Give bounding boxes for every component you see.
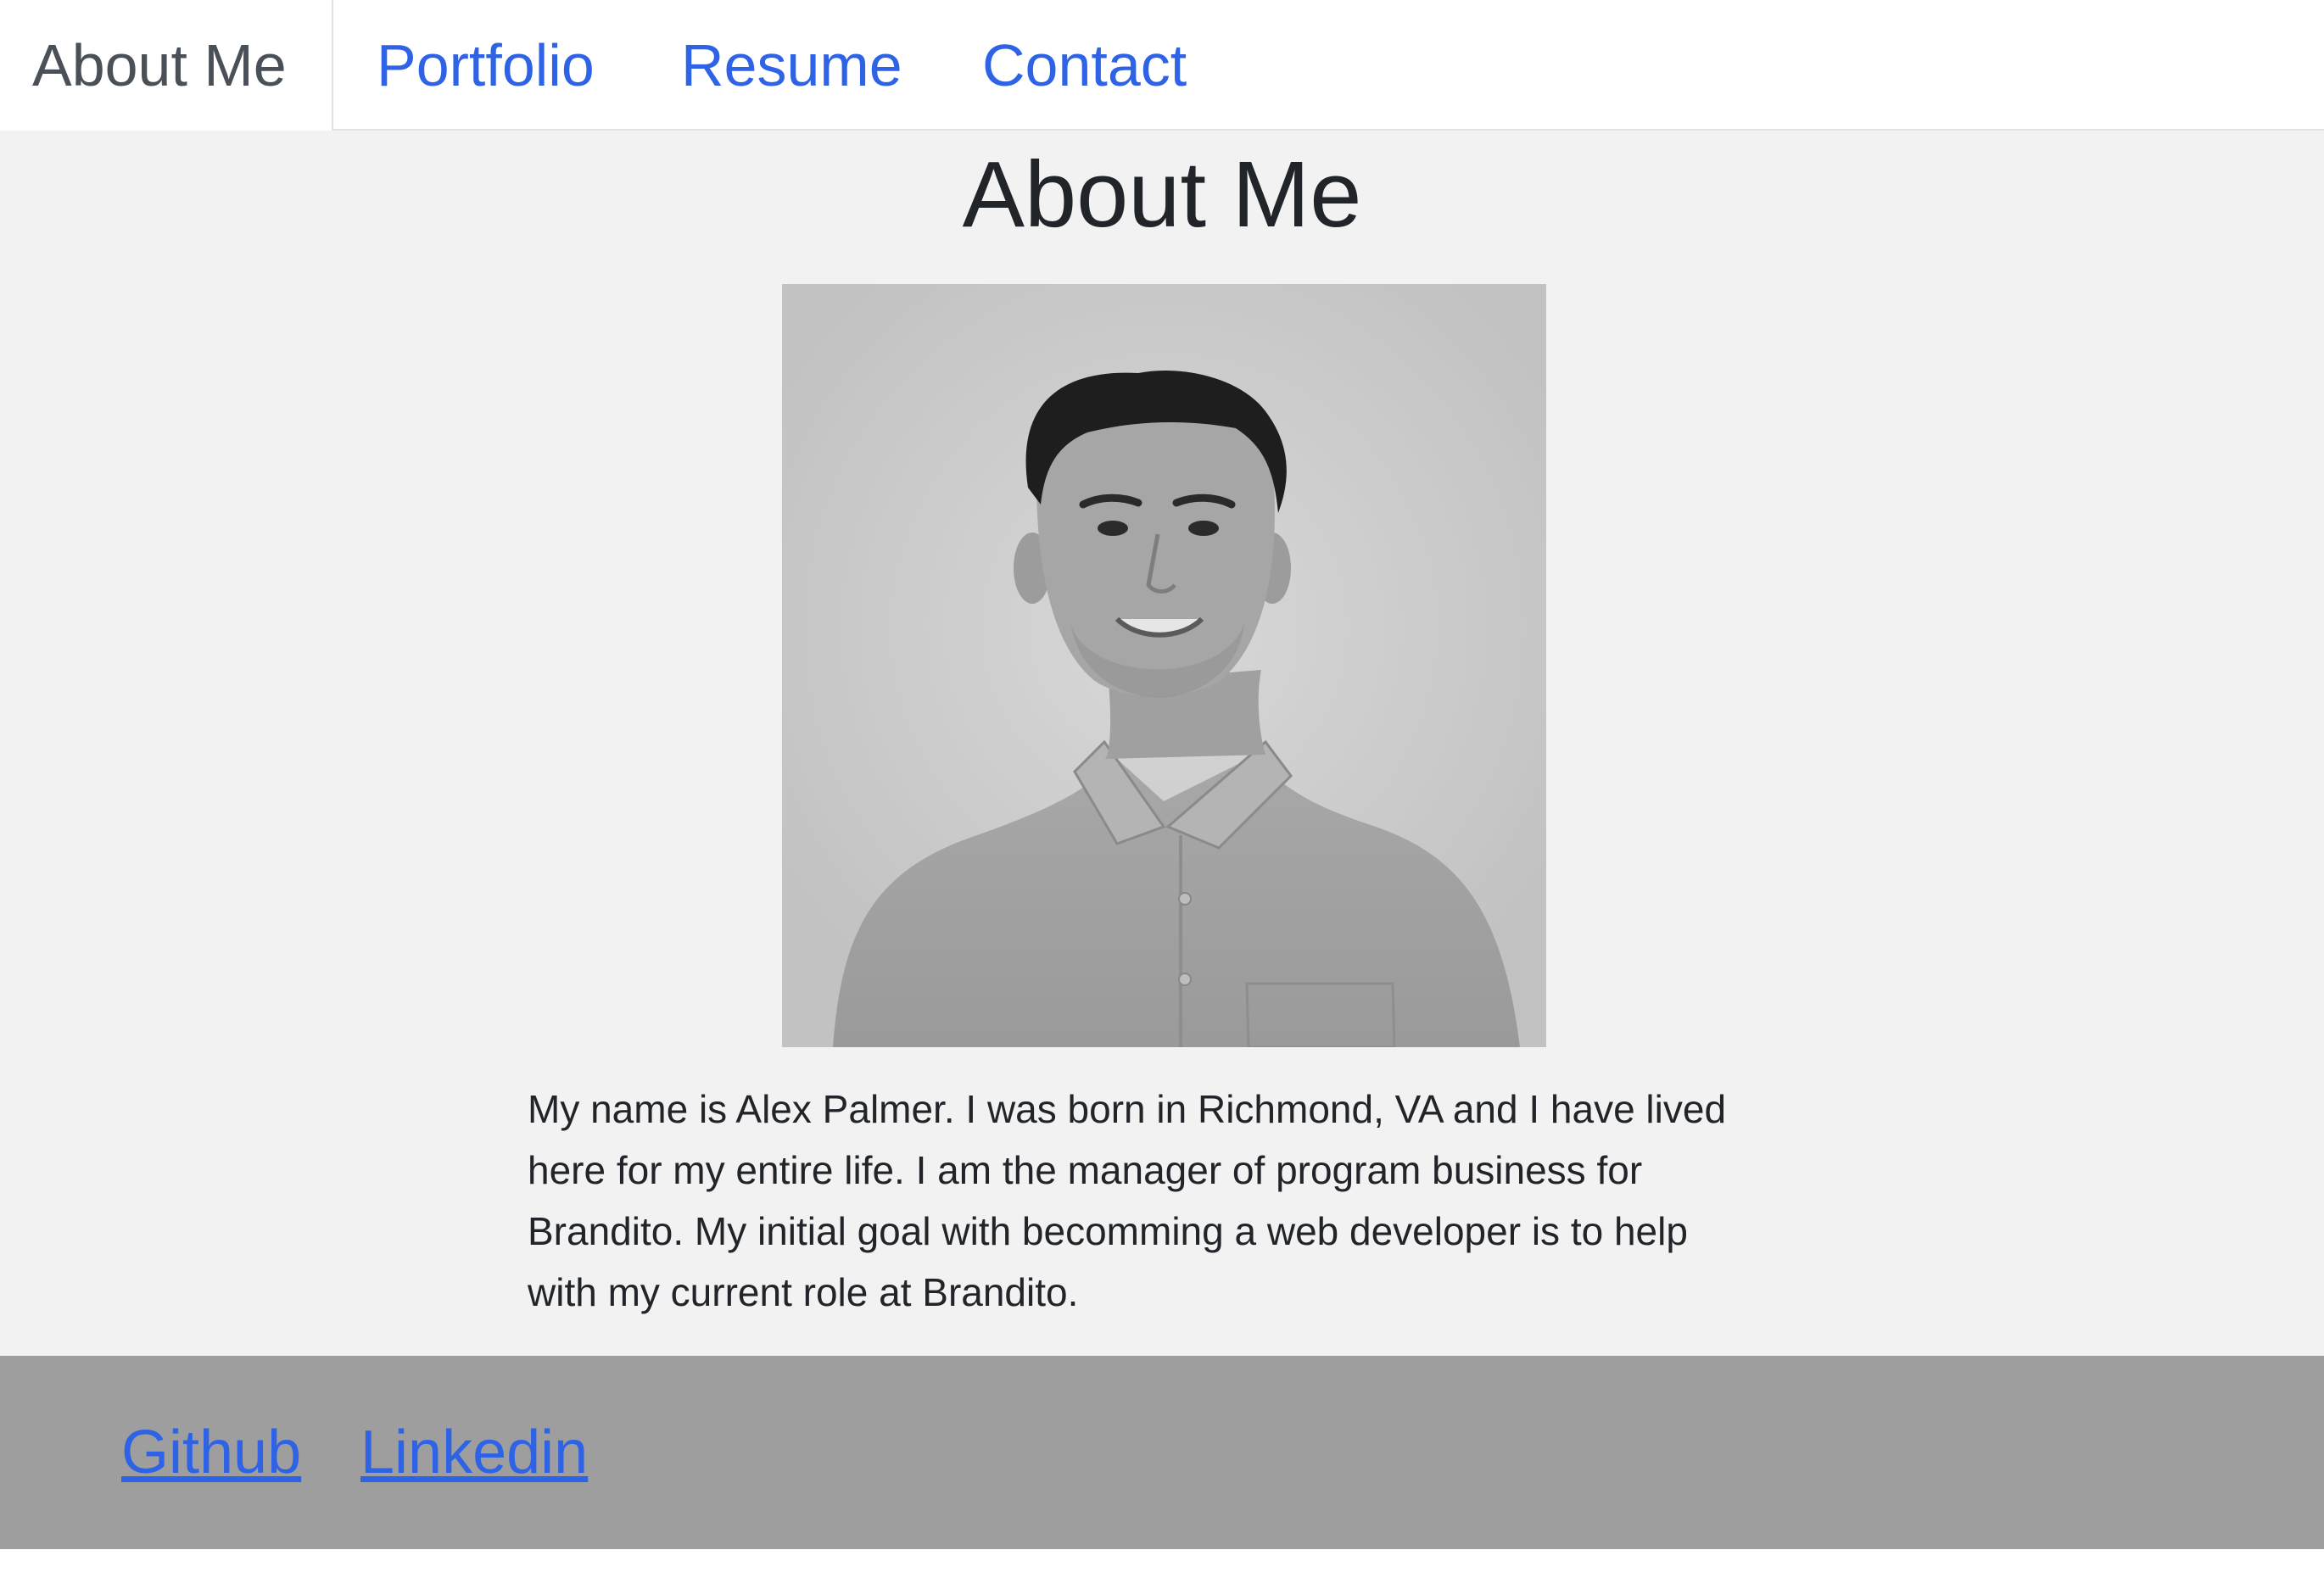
tab-about-me[interactable]: About Me: [0, 0, 333, 132]
linkedin-link[interactable]: Linkedin: [360, 1356, 588, 1549]
about-section: About Me My name is Alex Palmer. I was b…: [0, 131, 2324, 1356]
page-title: About Me: [962, 142, 1362, 247]
footer: Github Linkedin: [0, 1356, 2324, 1549]
top-nav-tabs: About Me Portfolio Resume Contact: [0, 0, 2324, 132]
github-link[interactable]: Github: [121, 1356, 301, 1549]
bio-text: My name is Alex Palmer. I was born in Ri…: [528, 1087, 1727, 1314]
profile-photo: [782, 284, 1546, 1047]
tab-resume[interactable]: Resume: [681, 0, 902, 131]
tab-portfolio[interactable]: Portfolio: [377, 0, 595, 131]
profile-photo-illustration: [782, 284, 1546, 1047]
tab-contact[interactable]: Contact: [982, 0, 1187, 131]
